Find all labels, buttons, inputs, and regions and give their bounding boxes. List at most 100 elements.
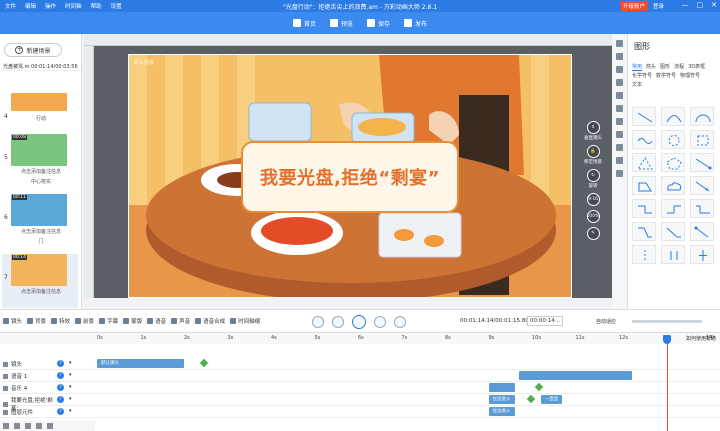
help-icon[interactable]: ? xyxy=(57,384,64,391)
timeline-clip[interactable]: 一直显示 xyxy=(540,395,563,411)
tab-common[interactable]: 常用 xyxy=(632,64,643,71)
timeline-clip[interactable]: 默认镜头 xyxy=(97,359,184,368)
shape-bracket2-icon[interactable] xyxy=(661,245,685,264)
scene-item[interactable]: 5 00:08 点击添加备注信息 中心核实 xyxy=(2,134,78,190)
zoom-tool[interactable]: 100% xyxy=(586,210,600,223)
menu-operate[interactable]: 操作 xyxy=(45,2,56,10)
tab-flow[interactable]: 流程 xyxy=(674,64,684,70)
tab-3d-frame[interactable]: 3D表框 xyxy=(688,64,705,70)
delete-layer-icon[interactable] xyxy=(14,423,20,429)
voice-button[interactable]: 语音 xyxy=(147,317,166,325)
timeline-clip[interactable]: 左边进入 xyxy=(488,395,515,404)
effect-category-icon[interactable] xyxy=(616,157,623,164)
shape-elbow3-icon[interactable] xyxy=(690,199,714,218)
timeline-track[interactable]: 图层元件? ▾ 左边进入 xyxy=(0,406,720,418)
pen-tool[interactable]: ✎ xyxy=(586,227,600,240)
timeline-track[interactable]: 音乐 4? ▾ xyxy=(0,382,720,394)
scene-thumbnail[interactable]: 00:14 xyxy=(11,254,67,286)
keyframe-marker[interactable] xyxy=(526,394,535,404)
timeline-track[interactable]: 镜头? ▾ 默认镜头 xyxy=(0,358,720,370)
rotate-tool[interactable]: ↻ 旋转 xyxy=(586,169,600,189)
more-category-icon[interactable] xyxy=(616,170,623,177)
role-category-icon[interactable] xyxy=(616,79,623,86)
prev-frame-icon[interactable] xyxy=(332,316,344,328)
timeline-clip[interactable] xyxy=(488,383,515,392)
playhead-line[interactable] xyxy=(666,344,668,431)
timeline-help-link[interactable]: 如何使用帮助 xyxy=(686,335,716,342)
chevron-down-icon[interactable]: ▾ xyxy=(69,396,72,402)
next-frame-icon[interactable] xyxy=(374,316,386,328)
menu-file[interactable]: 文件 xyxy=(5,2,16,10)
shape-bracket3-icon[interactable] xyxy=(690,245,714,264)
shape-curve-icon[interactable] xyxy=(661,107,685,126)
move-down-icon[interactable] xyxy=(36,423,42,429)
shape-circle-icon[interactable] xyxy=(661,130,685,149)
tab-math[interactable]: 数学符号 xyxy=(656,73,676,79)
text-category-icon[interactable] xyxy=(616,53,623,60)
rewind-icon[interactable] xyxy=(312,316,324,328)
chevron-down-icon[interactable]: ▾ xyxy=(69,384,72,390)
help-icon[interactable]: ? xyxy=(57,372,64,379)
close-icon[interactable]: ✕ xyxy=(711,1,717,9)
shape-cloud-icon[interactable] xyxy=(661,176,685,195)
shape-triangle-icon[interactable] xyxy=(632,153,656,172)
background-button[interactable]: 背景 xyxy=(27,317,46,325)
forward-icon[interactable] xyxy=(394,316,406,328)
menu-help[interactable]: 帮助 xyxy=(91,2,102,10)
bubble-category-icon[interactable] xyxy=(616,144,623,151)
timeline-clip[interactable]: 左边进入 xyxy=(488,407,515,416)
add-layer-icon[interactable] xyxy=(3,423,9,429)
help-icon[interactable]: ? xyxy=(57,396,64,403)
shape-arc-icon[interactable] xyxy=(690,107,714,126)
scene-thumbnail[interactable]: 00:11 xyxy=(11,194,67,226)
track-name[interactable]: 语音 1 xyxy=(3,372,58,380)
shape-elbow-icon[interactable] xyxy=(632,199,656,218)
stage-canvas[interactable]: 默认场景 我要光盘,拒绝“剩宴” xyxy=(128,54,572,298)
publish-button[interactable]: 发布 xyxy=(404,19,427,28)
login-link[interactable]: 登录 xyxy=(653,2,664,10)
menu-settings[interactable]: 设置 xyxy=(111,2,122,10)
shape-pentagon-icon[interactable] xyxy=(661,153,685,172)
chevron-down-icon[interactable]: ▾ xyxy=(69,360,72,366)
tts-button[interactable]: 语音合成 xyxy=(195,317,225,325)
mask-button[interactable]: 蒙版 xyxy=(123,317,142,325)
shape-connector2-icon[interactable] xyxy=(661,222,685,241)
shape-diagonal-icon[interactable] xyxy=(690,153,714,172)
chevron-down-icon[interactable]: ▾ xyxy=(69,372,72,378)
shape-arrow-icon[interactable] xyxy=(690,176,714,195)
vertical-camera-tool[interactable]: ⇕ 垂直镜头 xyxy=(584,121,602,141)
scene-thumbnail[interactable] xyxy=(11,93,67,111)
move-up-icon[interactable] xyxy=(25,423,31,429)
timeline-clip[interactable] xyxy=(518,371,633,380)
tab-physics[interactable]: 物理符号 xyxy=(680,73,700,79)
tab-text[interactable]: 文本 xyxy=(632,82,642,88)
playhead-handle[interactable] xyxy=(662,335,671,344)
preview-button[interactable]: 预览 xyxy=(329,19,353,28)
menu-timeline[interactable]: 时间轴 xyxy=(65,2,82,10)
tab-shape[interactable]: 图形 xyxy=(660,64,670,70)
foreground-button[interactable]: 前景 xyxy=(75,317,94,325)
track-name[interactable]: 镜头 xyxy=(3,360,58,368)
save-button[interactable]: 保存 xyxy=(367,19,390,28)
slogan-banner[interactable]: 我要光盘,拒绝“剩宴” xyxy=(241,141,459,213)
menu-edit[interactable]: 编辑 xyxy=(25,2,36,10)
keyframe-marker[interactable] xyxy=(200,358,209,368)
auto-follow-checkbox[interactable]: 自动适应 xyxy=(596,318,616,325)
new-scene-button[interactable]: + 新建场景 xyxy=(4,43,62,57)
subtitle-button[interactable]: 字幕 xyxy=(99,317,118,325)
lock-layer-icon[interactable] xyxy=(47,423,53,429)
minimize-icon[interactable]: — xyxy=(682,1,689,9)
music-category-icon[interactable] xyxy=(616,118,623,125)
shape-category-icon[interactable] xyxy=(616,40,623,47)
shape-connector3-icon[interactable] xyxy=(690,222,714,241)
shape-square-icon[interactable] xyxy=(690,130,714,149)
chevron-down-icon[interactable]: ▾ xyxy=(69,408,72,414)
image-category-icon[interactable] xyxy=(616,66,623,73)
timeline-track[interactable]: 语音 1? ▾ xyxy=(0,370,720,382)
tab-chemistry[interactable]: 化学符号 xyxy=(632,73,652,79)
shape-connector-icon[interactable] xyxy=(632,222,656,241)
shape-bracket-icon[interactable] xyxy=(632,245,656,264)
timeline-track[interactable]: 我要光盘,拒绝'剩宴'? ▾ 左边进入 一直显示 xyxy=(0,394,720,412)
home-button[interactable]: 首页 xyxy=(292,19,316,28)
track-name[interactable]: 音乐 4 xyxy=(3,384,58,392)
